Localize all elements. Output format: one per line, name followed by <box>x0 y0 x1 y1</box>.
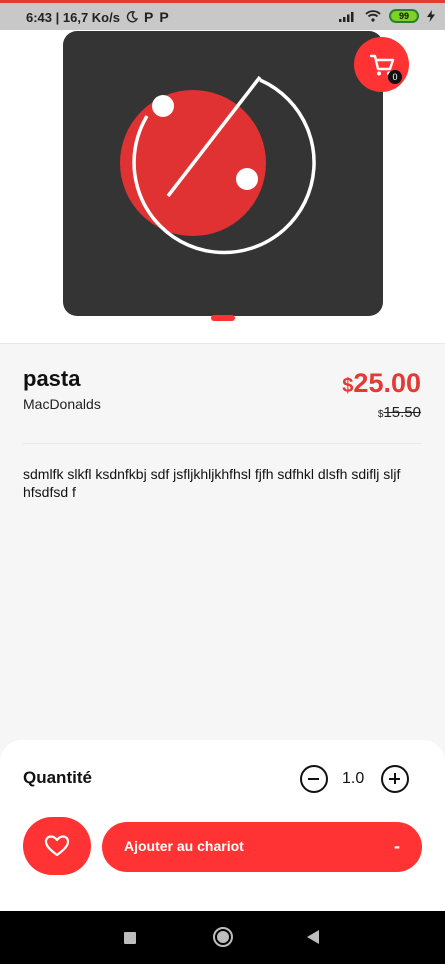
product-brand: MacDonalds <box>23 396 101 412</box>
favorite-button[interactable] <box>23 817 91 875</box>
quantity-label: Quantité <box>23 768 92 787</box>
cart-count-badge: 0 <box>388 70 402 84</box>
product-name: pasta <box>23 366 81 391</box>
divider <box>23 443 422 444</box>
system-nav-bar <box>0 911 445 964</box>
wifi-icon <box>365 10 381 22</box>
status-left: 6:43 | 16,7 Ko/s P P <box>26 9 169 25</box>
moon-icon <box>126 11 138 23</box>
product-description: sdmlfk slkfl ksdnfkbj sdf jsfljkhljkhfhs… <box>23 466 401 500</box>
home-icon[interactable] <box>213 927 233 947</box>
product-hero: 0 <box>0 30 445 343</box>
quantity-decrease-button[interactable] <box>300 765 328 793</box>
recent-apps-icon[interactable] <box>124 932 136 944</box>
purchase-sheet: Quantité 1.0 Ajouter au chariot - <box>0 740 445 912</box>
price-currency: $ <box>342 375 354 397</box>
quantity-value: 1.0 <box>342 770 365 787</box>
battery-level: 99 <box>398 11 409 21</box>
add-to-cart-dash: - <box>394 836 400 856</box>
status-time: 6:43 | 16,7 Ko/s <box>26 9 120 25</box>
placeholder-illustration <box>120 75 316 255</box>
cart-button[interactable]: 0 <box>354 37 409 92</box>
heart-icon <box>44 835 70 857</box>
add-to-cart-label: Ajouter au chariot <box>124 838 244 854</box>
product-detail-screen: 6:43 | 16,7 Ko/s P P 99 0 pasta MacDonal… <box>0 0 445 964</box>
signal-icon <box>339 12 354 22</box>
carousel-indicator[interactable] <box>211 315 235 321</box>
status-bar: 6:43 | 16,7 Ko/s P P 99 <box>0 0 445 30</box>
back-icon[interactable] <box>307 930 319 944</box>
product-image[interactable] <box>63 31 383 316</box>
product-price: $25.00 <box>342 368 421 399</box>
status-right: 99 <box>339 9 435 23</box>
battery-indicator: 99 <box>389 9 419 23</box>
product-info: pasta MacDonalds $25.00 $15.50 sdmlfk sl… <box>0 343 445 743</box>
app-notification-icon: P <box>143 9 154 25</box>
charging-icon <box>427 10 435 22</box>
add-to-cart-button[interactable]: Ajouter au chariot - <box>102 822 422 872</box>
quantity-increase-button[interactable] <box>381 765 409 793</box>
app-notification-icon-2: P <box>159 9 169 25</box>
price-amount: 25.00 <box>353 368 421 398</box>
old-price-amount: 15.50 <box>383 404 421 421</box>
product-old-price: $15.50 <box>378 404 421 421</box>
